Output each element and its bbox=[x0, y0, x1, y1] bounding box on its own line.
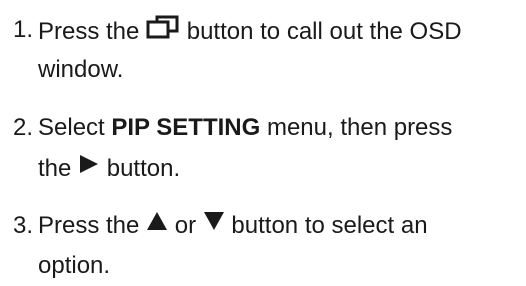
step-text: button to select an bbox=[231, 212, 428, 239]
step-text: window. bbox=[38, 56, 124, 83]
step-text: Press the bbox=[38, 17, 140, 45]
step-number: 2. bbox=[13, 114, 34, 141]
step-text: button to call out the OSD bbox=[186, 17, 462, 45]
step-3-text: Press the or button to select an bbox=[38, 212, 428, 241]
down-triangle-icon bbox=[203, 210, 225, 239]
step-text: button. bbox=[106, 155, 181, 182]
step-number: 1. bbox=[13, 16, 34, 43]
step-2-line-1: 2. Select PIP SETTING menu, then press bbox=[0, 114, 526, 142]
right-triangle-icon bbox=[78, 153, 100, 182]
step-text: menu, then press bbox=[266, 114, 453, 141]
step-text: the bbox=[38, 155, 72, 182]
step-2-line-2: the button. bbox=[38, 155, 180, 183]
step-text: option. bbox=[38, 252, 111, 279]
step-1-line-2: window. bbox=[38, 56, 123, 84]
step-3-line-2: option. bbox=[38, 252, 110, 280]
step-text: or bbox=[174, 212, 197, 239]
step-2-text: Select PIP SETTING menu, then press bbox=[38, 114, 452, 142]
pip-window-icon bbox=[146, 14, 180, 47]
step-text: Press the bbox=[38, 212, 140, 239]
step-1-text: Press the button to call out the OSD bbox=[38, 14, 462, 47]
step-3-line-1: 3. Press the or button to select an bbox=[0, 212, 526, 240]
step-text: Select bbox=[38, 114, 105, 141]
step-number: 3. bbox=[13, 212, 34, 239]
up-triangle-icon bbox=[146, 210, 168, 239]
menu-name: PIP SETTING bbox=[111, 114, 261, 141]
